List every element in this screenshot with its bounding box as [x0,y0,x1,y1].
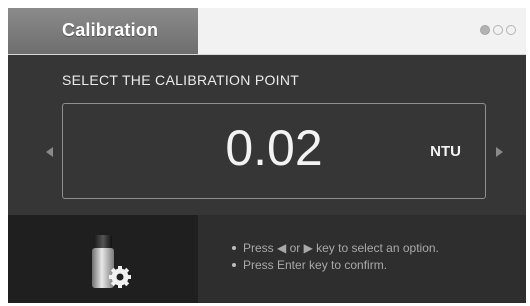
previous-option-arrow-icon[interactable] [46,147,53,157]
instruction-list: Press ◀ or ▶ key to select an option. Pr… [232,240,439,274]
vial-gear-icon [92,235,131,288]
instruction-item: Press Enter key to confirm. [232,257,439,274]
selection-prompt: SELECT THE CALIBRATION POINT [62,72,300,88]
page-dot-1 [480,25,490,35]
page-dot-3 [506,25,516,35]
help-footer: Press ◀ or ▶ key to select an option. Pr… [8,215,526,303]
page-dot-2 [493,25,503,35]
calibration-value: 0.02 [225,120,323,176]
instruction-item: Press ◀ or ▶ key to select an option. [232,240,439,257]
calibration-screen: Calibration SELECT THE CALIBRATION POINT… [0,0,530,306]
calibration-point-selector[interactable]: 0.02 NTU [62,103,486,199]
next-option-arrow-icon[interactable] [496,147,503,157]
calibration-selector-panel: SELECT THE CALIBRATION POINT 0.02 NTU [8,55,526,215]
footer-icon-panel [8,215,198,303]
screen-title: Calibration [62,20,159,40]
page-indicator [480,25,516,35]
calibration-unit: NTU [430,143,461,160]
title-tab: Calibration [8,8,198,54]
header-bar: Calibration [8,8,526,55]
